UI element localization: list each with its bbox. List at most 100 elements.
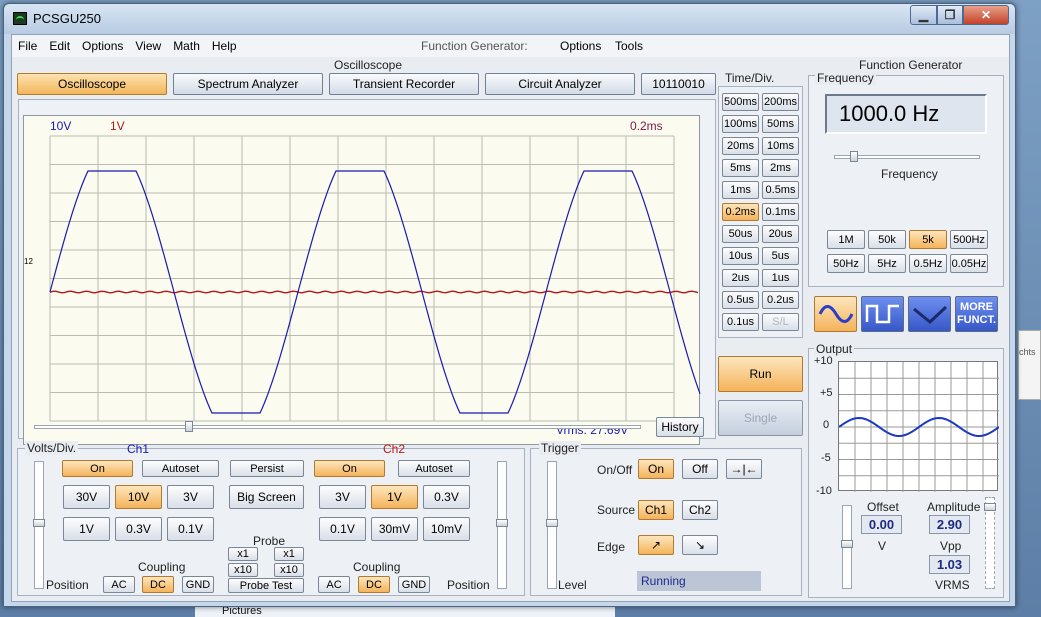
timediv-0.2ms[interactable]: 0.2ms: [722, 203, 759, 221]
offset-slider-knob[interactable]: [841, 540, 853, 548]
timediv-0.1ms[interactable]: 0.1ms: [762, 203, 799, 221]
ch2-range-0.3v[interactable]: 0.3V: [423, 485, 470, 509]
trigger-on-button[interactable]: On: [638, 459, 674, 479]
timediv-50ms[interactable]: 50ms: [762, 115, 799, 133]
ch1-range-0.1v[interactable]: 0.1V: [167, 517, 214, 541]
persist-button[interactable]: Persist: [230, 460, 304, 477]
ch1-probe-x10[interactable]: x10: [228, 563, 258, 577]
run-button[interactable]: Run: [718, 356, 803, 392]
timediv-1ms[interactable]: 1ms: [722, 181, 759, 199]
ch2-range-3v[interactable]: 3V: [319, 485, 366, 509]
menu-view[interactable]: View: [129, 39, 167, 53]
tab-spectrum-analyzer[interactable]: Spectrum Analyzer: [173, 73, 323, 95]
square-wave-icon[interactable]: [861, 296, 904, 332]
menu-options[interactable]: Options: [76, 39, 129, 53]
more-functions-button[interactable]: MORE FUNCT.: [955, 296, 998, 332]
freq-range-50k[interactable]: 50k: [868, 230, 906, 249]
timediv-2us[interactable]: 2us: [722, 269, 759, 287]
ch1-probe-x1[interactable]: x1: [228, 547, 258, 561]
close-button[interactable]: ✕: [963, 5, 1009, 25]
trigger-level-knob[interactable]: [546, 519, 558, 527]
ch2-probe-x10[interactable]: x10: [274, 563, 304, 577]
trigger-center-icon[interactable]: →|←: [726, 459, 762, 479]
ch1-range-0.3v[interactable]: 0.3V: [115, 517, 162, 541]
title-bar[interactable]: PCSGU250 ▁ ❐ ✕: [4, 4, 1015, 34]
ch2-range-30mv[interactable]: 30mV: [371, 517, 418, 541]
ch1-on-button[interactable]: On: [62, 460, 133, 477]
timediv-0.5ms[interactable]: 0.5ms: [762, 181, 799, 199]
ch2-autoset-button[interactable]: Autoset: [398, 460, 470, 477]
ch1-autoset-button[interactable]: Autoset: [142, 460, 219, 477]
menu-math[interactable]: Math: [167, 39, 206, 53]
rising-edge-icon[interactable]: ↗: [638, 535, 674, 555]
history-slider[interactable]: [34, 425, 641, 429]
fg-menu-options[interactable]: Options: [560, 39, 601, 53]
tab-circuit-analyzer[interactable]: Circuit Analyzer: [485, 73, 635, 95]
ch1-position-knob[interactable]: [33, 519, 45, 527]
timediv-10ms[interactable]: 10ms: [762, 137, 799, 155]
single-button[interactable]: Single: [718, 400, 803, 436]
freq-range-50Hz[interactable]: 50Hz: [827, 254, 865, 273]
trigger-source-ch1[interactable]: Ch1: [638, 500, 674, 520]
ch1-range-30v[interactable]: 30V: [63, 485, 110, 509]
timediv-1us[interactable]: 1us: [762, 269, 799, 287]
timediv-500ms[interactable]: 500ms: [722, 93, 759, 111]
ch2-coupling-gnd[interactable]: GND: [398, 576, 430, 593]
menu-help[interactable]: Help: [206, 39, 243, 53]
ch2-position-knob[interactable]: [496, 519, 508, 527]
freq-range-0.05Hz[interactable]: 0.05Hz: [950, 254, 988, 273]
trigger-off-button[interactable]: Off: [682, 459, 718, 479]
timediv-2ms[interactable]: 2ms: [762, 159, 799, 177]
history-button[interactable]: History: [656, 417, 704, 437]
ch1-range-3v[interactable]: 3V: [167, 485, 214, 509]
menu-file[interactable]: File: [12, 39, 43, 53]
falling-edge-icon[interactable]: ↘: [682, 535, 718, 555]
timediv-20us[interactable]: 20us: [762, 225, 799, 243]
timediv-200ms[interactable]: 200ms: [762, 93, 799, 111]
timediv-10us[interactable]: 10us: [722, 247, 759, 265]
freq-range-1M[interactable]: 1M: [827, 230, 865, 249]
history-slider-knob[interactable]: [185, 421, 193, 432]
timediv-5ms[interactable]: 5ms: [722, 159, 759, 177]
sine-wave-icon[interactable]: [814, 296, 857, 332]
menu-bar: File Edit Options View Math Help Functio…: [12, 35, 1009, 57]
freq-range-500Hz[interactable]: 500Hz: [950, 230, 988, 249]
ch2-on-button[interactable]: On: [314, 460, 385, 477]
timediv-0.1us[interactable]: 0.1us: [722, 313, 759, 331]
ch1-range-1v[interactable]: 1V: [63, 517, 110, 541]
timediv-0.5us[interactable]: 0.5us: [722, 291, 759, 309]
amplitude-slider-knob[interactable]: [984, 503, 996, 511]
freq-range-5k[interactable]: 5k: [909, 230, 947, 249]
ch2-coupling-ac[interactable]: AC: [318, 576, 350, 593]
freq-range-5Hz[interactable]: 5Hz: [868, 254, 906, 273]
timediv-100ms[interactable]: 100ms: [722, 115, 759, 133]
ch1-coupling-dc[interactable]: DC: [142, 576, 174, 593]
timediv-20ms[interactable]: 20ms: [722, 137, 759, 155]
big-screen-button[interactable]: Big Screen: [229, 485, 304, 509]
tab-transient-recorder[interactable]: Transient Recorder: [329, 73, 479, 95]
ch1-range-10v[interactable]: 10V: [115, 485, 162, 509]
menu-edit[interactable]: Edit: [43, 39, 76, 53]
ch2-range-1v[interactable]: 1V: [371, 485, 418, 509]
ch1-coupling-gnd[interactable]: GND: [182, 576, 214, 593]
ch2-range-10mv[interactable]: 10mV: [423, 517, 470, 541]
ch2-coupling-dc[interactable]: DC: [358, 576, 390, 593]
timediv-5us[interactable]: 5us: [762, 247, 799, 265]
ch2-range-0.1v[interactable]: 0.1V: [319, 517, 366, 541]
minimize-button[interactable]: ▁: [910, 5, 937, 25]
fg-menu-tools[interactable]: Tools: [615, 39, 643, 53]
freq-range-0.5Hz[interactable]: 0.5Hz: [909, 254, 947, 273]
maximize-button[interactable]: ❐: [937, 5, 963, 25]
probe-test-button[interactable]: Probe Test: [228, 578, 304, 593]
tab-oscilloscope[interactable]: Oscilloscope: [17, 73, 167, 95]
ch1-coupling-ac[interactable]: AC: [103, 576, 135, 593]
triangle-wave-icon[interactable]: [908, 296, 951, 332]
timediv-S-L[interactable]: S/L: [762, 313, 799, 331]
oscilloscope-header: Oscilloscope: [334, 58, 403, 72]
timediv-0.2us[interactable]: 0.2us: [762, 291, 799, 309]
tab-logic[interactable]: 10110010: [641, 73, 716, 95]
trigger-source-ch2[interactable]: Ch2: [682, 500, 718, 520]
ch2-probe-x1[interactable]: x1: [274, 547, 304, 561]
frequency-slider-knob[interactable]: [850, 151, 858, 162]
timediv-50us[interactable]: 50us: [722, 225, 759, 243]
